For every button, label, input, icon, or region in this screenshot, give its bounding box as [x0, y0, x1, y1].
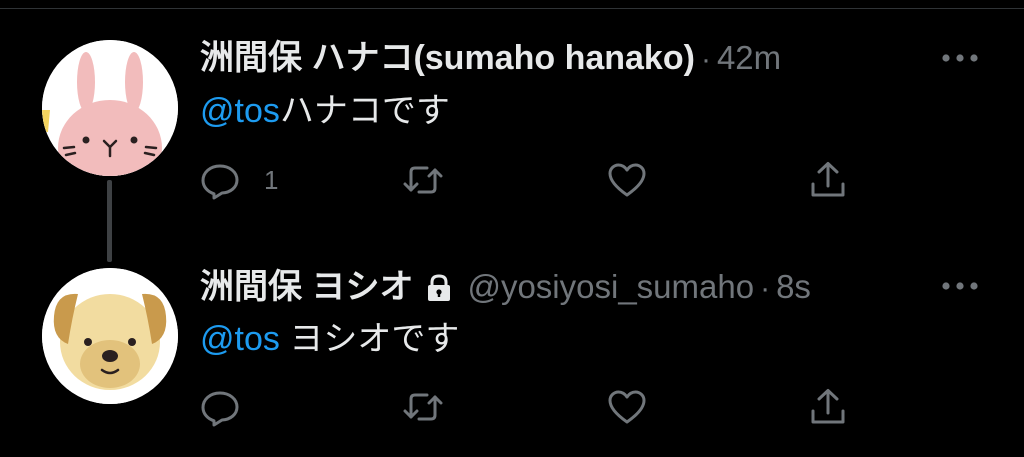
- share-button[interactable]: [808, 383, 848, 431]
- tweet-text: @tosハナコです: [200, 90, 450, 132]
- mention-link[interactable]: @tos: [200, 92, 280, 130]
- like-button[interactable]: [607, 383, 647, 431]
- timestamp[interactable]: 8s: [776, 267, 811, 307]
- like-button[interactable]: [607, 156, 647, 204]
- user-handle[interactable]: @yosiyosi_sumaho: [467, 267, 754, 307]
- retweet-button[interactable]: [403, 156, 443, 204]
- retweet-icon: [403, 393, 443, 421]
- tweet-header: 洲間保 ハナコ(sumaho hanako) · 42m: [200, 38, 781, 80]
- reply-button[interactable]: 1: [200, 156, 278, 204]
- more-horizontal-icon[interactable]: [940, 276, 980, 296]
- lock-icon: [423, 273, 455, 303]
- tweet-hanako[interactable]: 洲間保 ハナコ(sumaho hanako) · 42m @tosハナコです 1: [0, 0, 1024, 230]
- tweet-yoshio[interactable]: 洲間保 ヨシオ @yosiyosi_sumaho · 8s @tos ヨシオです: [0, 230, 1024, 457]
- display-name[interactable]: 洲間保 ヨシオ: [200, 267, 413, 307]
- share-icon: [811, 162, 845, 197]
- reply-count: 1: [264, 164, 279, 195]
- reply-button[interactable]: [200, 383, 264, 431]
- retweet-button[interactable]: [403, 383, 443, 431]
- separator-dot: ·: [760, 272, 771, 305]
- action-bar: 1: [0, 156, 1024, 204]
- display-name[interactable]: 洲間保 ハナコ(sumaho hanako): [200, 38, 695, 78]
- mention-link[interactable]: @tos: [200, 320, 280, 358]
- timestamp[interactable]: 42m: [717, 38, 781, 78]
- separator-dot: ·: [700, 43, 711, 76]
- share-icon: [811, 389, 845, 424]
- tweet-body: ヨシオです: [279, 320, 460, 358]
- share-button[interactable]: [808, 156, 848, 204]
- heart-icon: [608, 390, 646, 424]
- reply-icon: [201, 391, 239, 427]
- action-bar: [0, 383, 1024, 431]
- tweet-header: 洲間保 ヨシオ @yosiyosi_sumaho · 8s: [200, 267, 811, 309]
- more-horizontal-icon[interactable]: [940, 48, 980, 68]
- tweet-body: ハナコです: [279, 92, 450, 130]
- heart-icon: [608, 163, 646, 197]
- reply-icon: [201, 164, 239, 200]
- tweet-text: @tos ヨシオです: [200, 318, 459, 360]
- retweet-icon: [403, 166, 443, 194]
